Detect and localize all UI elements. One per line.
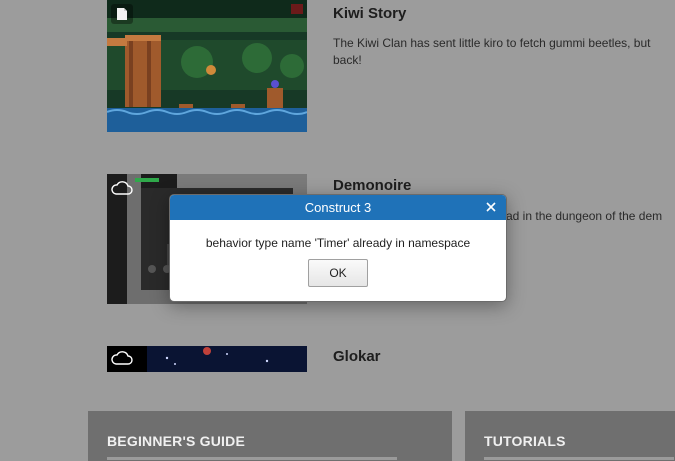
example-title[interactable]: Demonoire	[333, 177, 411, 194]
example-description-line: The Kiwi Clan has sent little kiro to fe…	[333, 36, 651, 50]
example-thumbnail[interactable]	[107, 0, 307, 132]
card-text-placeholder	[107, 457, 397, 460]
dialog-message: behavior type name 'Timer' already in na…	[205, 236, 471, 250]
close-icon[interactable]	[482, 198, 500, 216]
kiwi-story-preview	[107, 0, 307, 132]
example-title[interactable]: Kiwi Story	[333, 5, 406, 22]
alert-dialog: Construct 3 behavior type name 'Timer' a…	[169, 194, 507, 302]
examples-page: Kiwi Story The Kiwi Clan has sent little…	[0, 0, 675, 461]
card-text-placeholder	[484, 457, 674, 460]
guide-cards: BEGINNER'S GUIDE TUTORIALS	[88, 411, 675, 461]
example-thumbnail[interactable]	[107, 346, 307, 372]
glokar-preview	[107, 346, 307, 372]
cloud-icon	[111, 348, 133, 368]
example-description-line: back!	[333, 53, 362, 67]
card-beginners-guide[interactable]: BEGINNER'S GUIDE	[88, 411, 452, 461]
example-item-kiwi-story[interactable]: Kiwi Story The Kiwi Clan has sent little…	[107, 0, 675, 134]
dialog-title: Construct 3	[304, 200, 372, 215]
example-description: The Kiwi Clan has sent little kiro to fe…	[333, 35, 675, 69]
card-title: BEGINNER'S GUIDE	[107, 433, 245, 449]
card-tutorials[interactable]: TUTORIALS	[465, 411, 675, 461]
example-description: ad in the dungeon of the dem	[506, 209, 663, 223]
example-item-glokar[interactable]: Glokar	[107, 346, 675, 372]
cloud-icon	[111, 178, 133, 198]
example-title[interactable]: Glokar	[333, 348, 381, 365]
ok-button[interactable]: OK	[308, 259, 368, 287]
document-icon	[111, 4, 133, 24]
card-title: TUTORIALS	[484, 433, 566, 449]
dialog-header: Construct 3	[170, 195, 506, 220]
